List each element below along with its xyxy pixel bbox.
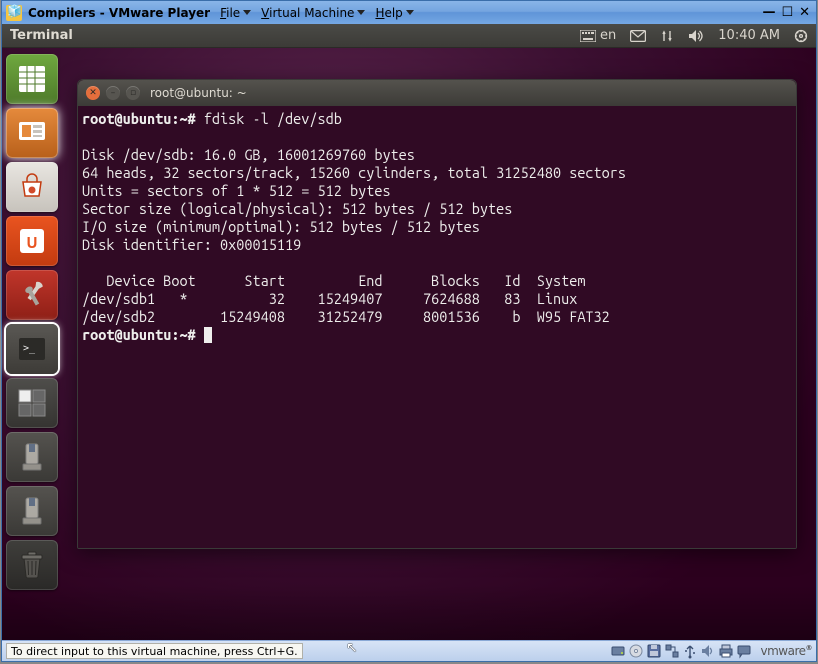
dropdown-icon <box>357 10 365 15</box>
vmware-menubar: File Virtual Machine Help <box>220 6 414 20</box>
status-sound-icon[interactable] <box>700 643 716 659</box>
unity-launcher: U >_ <box>6 54 62 590</box>
launcher-workspace-switcher[interactable] <box>6 378 58 428</box>
network-indicator-icon[interactable] <box>660 29 674 43</box>
terminal-minimize-button[interactable]: – <box>106 86 120 100</box>
terminal-title: root@ubuntu: ~ <box>150 86 247 100</box>
close-button[interactable]: ✕ <box>799 5 810 20</box>
status-usb-icon[interactable] <box>682 643 698 659</box>
status-hint: To direct input to this virtual machine,… <box>6 643 303 659</box>
launcher-software-center[interactable] <box>6 162 58 212</box>
vmware-menu-file[interactable]: File <box>220 6 251 20</box>
svg-text:U: U <box>26 234 37 252</box>
launcher-removable-drive-1[interactable] <box>6 432 58 482</box>
clock[interactable]: 10:40 AM <box>718 28 780 43</box>
status-printer-icon[interactable] <box>718 643 734 659</box>
launcher-system-settings[interactable] <box>6 270 58 320</box>
vmware-window-controls: — ☐ ✕ <box>762 5 810 20</box>
launcher-trash[interactable] <box>6 540 58 590</box>
wallpaper-shadow <box>2 585 816 640</box>
mouse-cursor-icon: ↖ <box>346 640 358 656</box>
dropdown-icon <box>406 10 414 15</box>
vmware-app-icon <box>6 5 22 21</box>
ubuntu-top-panel: Terminal en 10:40 AM <box>2 24 816 48</box>
launcher-removable-drive-2[interactable] <box>6 486 58 536</box>
vmware-window-title: Compilers - VMware Player <box>28 6 210 20</box>
sound-indicator-icon[interactable] <box>688 29 704 43</box>
terminal-window[interactable]: ✕ – ▫ root@ubuntu: ~ root@ubuntu:~# fdis… <box>77 79 797 549</box>
launcher-ubuntu-one[interactable]: U <box>6 216 58 266</box>
active-app-title: Terminal <box>10 28 73 43</box>
terminal-output[interactable]: root@ubuntu:~# fdisk -l /dev/sdb Disk /d… <box>78 106 796 548</box>
vmware-player-window: Compilers - VMware Player File Virtual M… <box>1 0 817 662</box>
vmware-titlebar[interactable]: Compilers - VMware Player File Virtual M… <box>2 1 816 24</box>
keyboard-lang-label: en <box>600 28 616 43</box>
terminal-close-button[interactable]: ✕ <box>86 86 100 100</box>
session-indicator-icon[interactable] <box>794 29 808 43</box>
launcher-libreoffice-calc[interactable] <box>6 54 58 104</box>
vmware-statusbar: To direct input to this virtual machine,… <box>2 640 816 661</box>
svg-text:>_: >_ <box>23 343 36 354</box>
guest-display[interactable]: Terminal en 10:40 AM U >_ ✕ – ▫ root@ubun… <box>2 24 816 640</box>
status-cd-icon[interactable] <box>628 643 644 659</box>
status-message-icon[interactable] <box>736 643 752 659</box>
vmware-logo: vmware® <box>760 644 812 658</box>
terminal-titlebar[interactable]: ✕ – ▫ root@ubuntu: ~ <box>78 80 796 106</box>
dropdown-icon <box>243 10 251 15</box>
status-floppy-icon[interactable] <box>646 643 662 659</box>
status-network-icon[interactable] <box>664 643 680 659</box>
launcher-terminal[interactable]: >_ <box>6 324 58 374</box>
vmware-menu-virtual-machine[interactable]: Virtual Machine <box>261 6 365 20</box>
launcher-libreoffice-impress[interactable] <box>6 108 58 158</box>
vmware-menu-help[interactable]: Help <box>375 6 413 20</box>
keyboard-indicator[interactable]: en <box>580 28 616 43</box>
mail-indicator-icon[interactable] <box>630 30 646 42</box>
terminal-maximize-button[interactable]: ▫ <box>126 86 140 100</box>
maximize-button[interactable]: ☐ <box>781 5 793 20</box>
indicator-area: en 10:40 AM <box>580 28 808 43</box>
minimize-button[interactable]: — <box>762 5 775 20</box>
status-hdd-icon[interactable] <box>610 643 626 659</box>
